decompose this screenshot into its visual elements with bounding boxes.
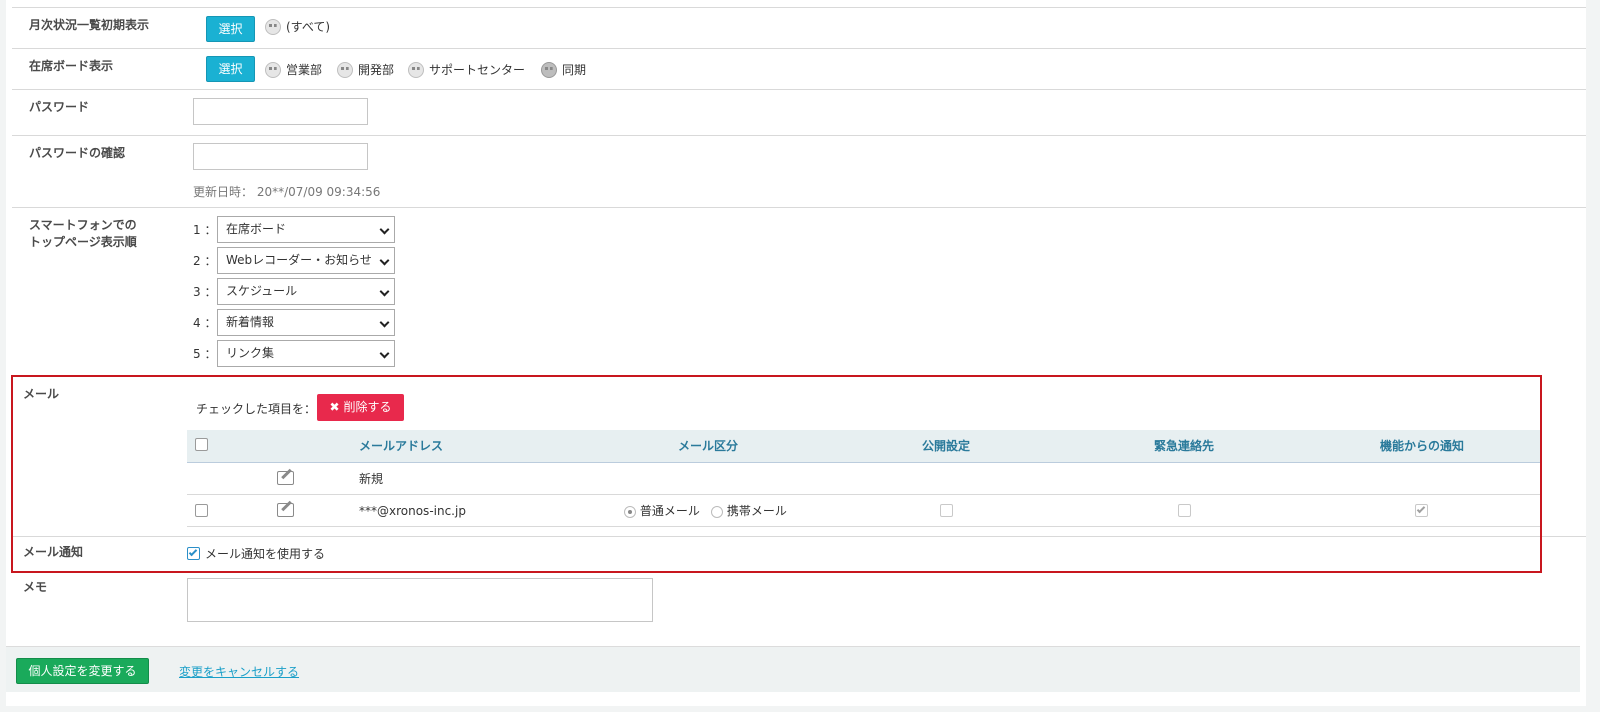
group-label: 営業部 bbox=[286, 63, 323, 77]
monthly-status-label: 月次状況一覧初期表示 bbox=[29, 18, 150, 32]
order-select-1[interactable]: 在席ボード bbox=[217, 216, 395, 243]
footer-bar: 個人設定を変更する 変更をキャンセルする bbox=[6, 646, 1580, 692]
group-label: 開発部 bbox=[358, 63, 395, 77]
order-row-4: 4 ： 新着情報 bbox=[193, 309, 395, 336]
group-label: サポートセンター bbox=[429, 63, 526, 77]
group-label: 同期 bbox=[562, 63, 587, 77]
save-settings-button[interactable]: 個人設定を変更する bbox=[16, 658, 149, 684]
order-row-2: 2 ： Webレコーダー・お知らせ bbox=[193, 247, 395, 274]
group-icon bbox=[265, 61, 281, 78]
memo-label: メモ bbox=[23, 580, 48, 594]
group-icon bbox=[265, 18, 281, 35]
group-icon bbox=[337, 61, 353, 78]
highlight-frame bbox=[11, 375, 1542, 573]
chevron-down-icon bbox=[379, 348, 390, 359]
row-password: パスワード bbox=[12, 90, 1586, 136]
presence-board-label: 在席ボード表示 bbox=[29, 59, 114, 73]
order-select-value: 新着情報 bbox=[226, 315, 275, 329]
presence-group-doki: 同期 bbox=[541, 61, 586, 78]
order-row-5: 5 ： リンク集 bbox=[193, 340, 395, 367]
chevron-down-icon bbox=[379, 255, 390, 266]
row-smartphone-order: スマートフォンでの トップページ表示順 1 ： 在席ボード 2 ： Webレコー… bbox=[12, 208, 1586, 368]
monthly-status-group-all: (すべて) bbox=[265, 18, 330, 35]
password-confirm-label: パスワードの確認 bbox=[29, 146, 126, 160]
password-confirm-input[interactable] bbox=[193, 143, 368, 170]
order-select-5[interactable]: リンク集 bbox=[217, 340, 395, 367]
monthly-status-select-button[interactable]: 選択 bbox=[206, 16, 255, 42]
order-number: 1 ： bbox=[193, 223, 217, 237]
order-number: 2 ： bbox=[193, 254, 217, 268]
group-label: (すべて) bbox=[286, 20, 331, 34]
order-select-value: Webレコーダー・お知らせ bbox=[226, 253, 372, 267]
presence-group-support: サポートセンター bbox=[408, 61, 525, 78]
order-select-value: スケジュール bbox=[226, 284, 298, 298]
row-monthly-status: 月次状況一覧初期表示 選択 (すべて) bbox=[12, 7, 1586, 49]
order-select-value: リンク集 bbox=[226, 346, 275, 360]
smartphone-label-line1: スマートフォンでの bbox=[29, 218, 137, 232]
order-number: 3 ： bbox=[193, 285, 217, 299]
password-label: パスワード bbox=[29, 100, 90, 114]
cancel-link[interactable]: 変更をキャンセルする bbox=[179, 663, 299, 680]
order-select-value: 在席ボード bbox=[226, 222, 287, 236]
order-select-4[interactable]: 新着情報 bbox=[217, 309, 395, 336]
order-number: 4 ： bbox=[193, 316, 217, 330]
memo-textarea[interactable] bbox=[187, 578, 653, 622]
order-row-1: 1 ： 在席ボード bbox=[193, 216, 395, 243]
presence-group-dev: 開発部 bbox=[337, 61, 394, 78]
order-number: 5 ： bbox=[193, 347, 217, 361]
password-input[interactable] bbox=[193, 98, 368, 125]
presence-board-select-button[interactable]: 選択 bbox=[206, 56, 255, 82]
group-icon bbox=[541, 61, 557, 78]
row-presence-board: 在席ボード表示 選択 営業部 開発部 サポートセンター 同期 bbox=[12, 49, 1586, 90]
presence-group-sales: 営業部 bbox=[265, 61, 322, 78]
group-icon bbox=[408, 61, 424, 78]
updated-timestamp: 更新日時： 20**/07/09 09:34:56 bbox=[193, 185, 381, 199]
chevron-down-icon bbox=[379, 317, 390, 328]
smartphone-label-line2: トップページ表示順 bbox=[29, 235, 137, 249]
chevron-down-icon bbox=[379, 224, 390, 235]
order-select-3[interactable]: スケジュール bbox=[217, 278, 395, 305]
chevron-down-icon bbox=[379, 286, 390, 297]
order-row-3: 3 ： スケジュール bbox=[193, 278, 395, 305]
order-select-2[interactable]: Webレコーダー・お知らせ bbox=[217, 247, 395, 274]
row-password-confirm: パスワードの確認 更新日時： 20**/07/09 09:34:56 bbox=[12, 136, 1586, 208]
